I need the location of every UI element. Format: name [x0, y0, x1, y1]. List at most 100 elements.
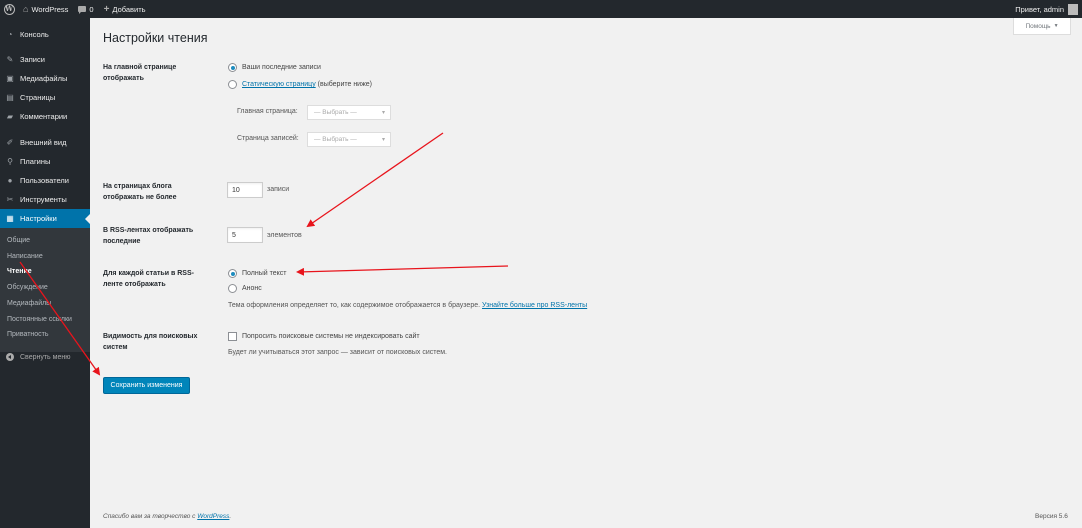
submenu-item-media[interactable]: Медиафайлы	[7, 300, 51, 307]
footer-version: Версия 5.6	[1035, 513, 1068, 520]
greeting-text: Привет, admin	[1015, 4, 1064, 14]
submenu-item-writing[interactable]: Написание	[7, 253, 43, 260]
collapse-menu-button[interactable]: Свернуть меню	[0, 350, 90, 364]
sidebar-item-users[interactable]: ● Пользователи	[0, 171, 90, 190]
front-page-latest-option[interactable]: Ваши последние записи	[228, 63, 321, 72]
sidebar-item-label: Медиафайлы	[20, 74, 68, 83]
rss-content-label: Для каждой статьи в RSS-ленте отображать	[103, 270, 194, 288]
comments-count: 0	[89, 4, 94, 14]
noindex-checkbox-label: Попросить поисковые системы не индексиро…	[242, 333, 420, 340]
front-page-static-option[interactable]: Статическую страницу (выберите ниже)	[228, 80, 372, 89]
comment-icon: ▰	[6, 112, 14, 121]
admin-bar: W ⌂ WordPress 0 + Добавить Привет, admin	[0, 0, 1082, 18]
submenu-item-reading[interactable]: Чтение	[7, 268, 32, 275]
posts-page-select-label: Страница записей:	[237, 135, 299, 142]
sidebar-item-tools[interactable]: ✂ Инструменты	[0, 190, 90, 209]
rss-count-suffix: элементов	[267, 232, 302, 239]
homepage-select-label: Главная страница:	[237, 108, 298, 115]
sidebar-item-comments[interactable]: ▰ Комментарии	[0, 107, 90, 126]
site-name-label: WordPress	[31, 4, 69, 14]
sidebar-item-posts[interactable]: ✎ Записи	[0, 50, 90, 69]
submenu-item-privacy[interactable]: Приватность	[7, 331, 49, 338]
sidebar-item-label: Страницы	[20, 93, 56, 102]
comment-bubble-icon	[78, 6, 87, 14]
save-changes-button[interactable]: Сохранить изменения	[103, 377, 190, 394]
footer-thanks-suffix: .	[229, 513, 232, 520]
wp-logo-menu[interactable]: W	[0, 0, 18, 18]
settings-icon: ▦	[6, 214, 14, 223]
comments-link[interactable]: 0	[73, 0, 98, 18]
submenu-item-discussion[interactable]: Обсуждение	[7, 284, 48, 291]
caret-down-icon: ▼	[1053, 23, 1059, 29]
sidebar-item-media[interactable]: ▣ Медиафайлы	[0, 69, 90, 88]
sidebar-item-label: Записи	[20, 55, 45, 64]
admin-sidebar: ◔ Консоль ✎ Записи ▣ Медиафайлы ▤ Страни…	[0, 18, 90, 528]
rss-learn-more-link[interactable]: Узнайте больше про RSS-ленты	[482, 302, 587, 309]
posts-page-select-value: — Выбрать —	[314, 136, 357, 143]
plugin-icon: ⚲	[7, 157, 13, 166]
full-text-radio[interactable]	[228, 269, 237, 278]
front-page-label: На главной странице отображать	[103, 64, 177, 82]
rss-count-input[interactable]: 5	[227, 227, 263, 243]
chevron-down-icon: ▾	[381, 137, 385, 143]
summary-radio[interactable]	[228, 284, 237, 293]
dashboard-icon: ◔	[7, 30, 13, 39]
help-tab-label: Помощь	[1025, 22, 1051, 30]
sidebar-item-label: Внешний вид	[20, 138, 67, 147]
wrench-icon: ✂	[6, 195, 14, 204]
footer-wordpress-link[interactable]: WordPress	[197, 513, 229, 520]
account-menu[interactable]: Привет, admin	[1010, 0, 1082, 18]
sidebar-item-pages[interactable]: ▤ Страницы	[0, 88, 90, 107]
add-new-menu[interactable]: + Добавить	[99, 0, 151, 18]
noindex-checkbox[interactable]	[228, 332, 237, 341]
rss-count-label: В RSS-лентах отображать последние	[103, 227, 194, 245]
full-text-label: Полный текст	[242, 270, 287, 277]
sidebar-item-plugins[interactable]: ⚲ Плагины	[0, 152, 90, 171]
rss-content-description: Тема оформления определяет то, как содер…	[228, 302, 587, 309]
sidebar-item-label: Инструменты	[20, 195, 67, 204]
posts-per-page-input[interactable]: 10	[227, 182, 263, 198]
chevron-down-icon: ▾	[381, 110, 385, 116]
sidebar-item-label: Плагины	[20, 157, 51, 166]
homepage-select-value: — Выбрать —	[314, 109, 357, 116]
latest-posts-radio[interactable]	[228, 63, 237, 72]
site-name-link[interactable]: ⌂ WordPress	[18, 0, 73, 18]
posts-per-page-suffix: записи	[267, 186, 290, 193]
static-page-radio[interactable]	[228, 80, 237, 89]
rss-summary-option[interactable]: Анонс	[228, 284, 262, 293]
homepage-select[interactable]: — Выбрать — ▾	[307, 105, 391, 120]
users-icon: ●	[7, 176, 13, 185]
posts-per-page-label: На страницах блога отображать не более	[103, 183, 177, 201]
sidebar-item-appearance[interactable]: ✐ Внешний вид	[0, 133, 90, 152]
footer-thanks-text: Спасибо вам за творчество с	[103, 513, 198, 520]
settings-submenu: Общие Написание Чтение Обсуждение Медиаф…	[0, 228, 90, 352]
sidebar-item-label: Пользователи	[20, 176, 69, 185]
home-icon: ⌂	[23, 4, 29, 14]
noindex-option[interactable]: Попросить поисковые системы не индексиро…	[228, 332, 420, 341]
collapse-menu-label: Свернуть меню	[20, 353, 71, 361]
sidebar-item-label: Консоль	[20, 30, 49, 39]
rss-description-text: Тема оформления определяет то, как содер…	[228, 302, 481, 309]
posts-page-select[interactable]: — Выбрать — ▾	[307, 132, 391, 147]
submenu-item-permalinks[interactable]: Постоянные ссылки	[7, 316, 72, 323]
brush-icon: ✐	[6, 138, 14, 147]
submenu-item-general[interactable]: Общие	[7, 237, 30, 244]
page-icon: ▤	[6, 93, 14, 102]
sidebar-item-settings[interactable]: ▦ Настройки	[0, 209, 90, 228]
visibility-label: Видимость для поисковых систем	[103, 333, 198, 351]
collapse-arrow-icon	[6, 353, 14, 361]
help-tab-button[interactable]: Помощь ▼	[1013, 18, 1071, 35]
static-page-hint: (выберите ниже)	[315, 81, 373, 88]
annotation-arrow-full-text	[296, 265, 509, 276]
rss-full-text-option[interactable]: Полный текст	[228, 269, 286, 278]
pin-icon: ✎	[6, 55, 14, 64]
footer-thanks: Спасибо вам за творчество с WordPress.	[103, 513, 231, 520]
sidebar-item-label: Настройки	[20, 214, 57, 223]
static-page-link[interactable]: Статическую страницу	[242, 81, 316, 88]
media-icon: ▣	[6, 74, 14, 83]
summary-label: Анонс	[242, 285, 262, 292]
sidebar-item-dashboard[interactable]: ◔ Консоль	[0, 25, 90, 44]
wordpress-logo-icon: W	[3, 3, 15, 15]
visibility-description: Будет ли учитываться этот запрос — завис…	[228, 349, 448, 356]
plus-icon: +	[103, 3, 110, 15]
